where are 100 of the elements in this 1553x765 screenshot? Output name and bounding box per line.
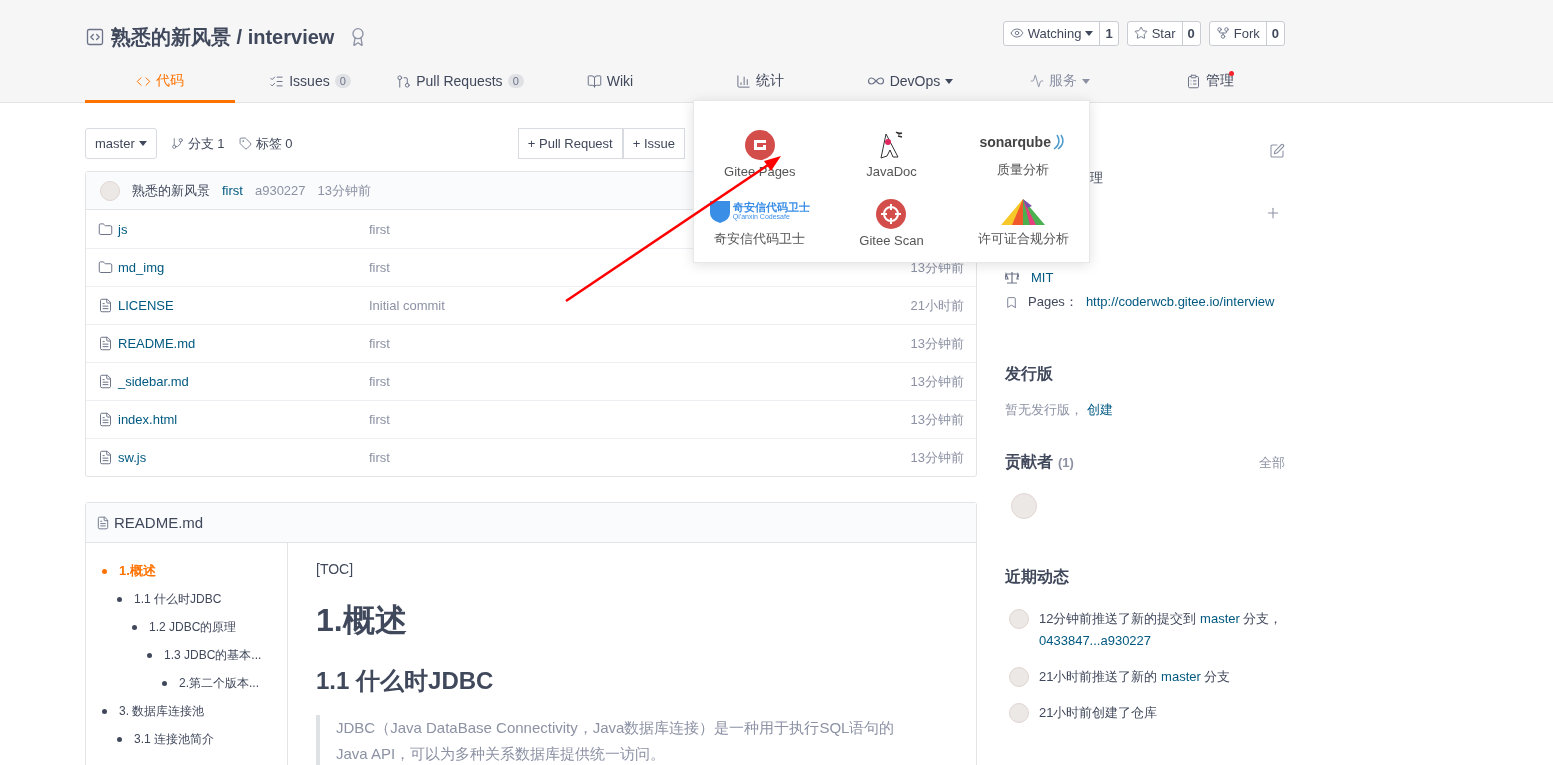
file-name[interactable]: md_img	[118, 260, 165, 275]
file-time: 13分钟前	[910, 334, 964, 353]
subheading: 1.1 什么时JDBC	[316, 666, 495, 696]
menu-item[interactable]: 许可证合规分析	[957, 178, 1089, 248]
nav-tab[interactable]: Pull Requests 0	[385, 62, 535, 103]
file-icon	[98, 298, 113, 313]
nav-tab[interactable]: 统计	[685, 62, 835, 103]
file-name[interactable]: _sidebar.md	[118, 374, 189, 389]
section-title: 发行版	[1005, 364, 1054, 384]
menu-item[interactable]: Gitee Scan	[825, 178, 958, 248]
commit-time: 13分钟前	[317, 181, 372, 200]
commit-message: first	[369, 450, 390, 465]
nav-tab[interactable]: DevOps	[835, 62, 985, 103]
pages-link[interactable]: http://coderwcb.gitee.io/interview	[1085, 294, 1275, 309]
menu-item[interactable]: JavaDoc	[825, 109, 958, 179]
commit-message: first	[369, 412, 390, 427]
pages-label: Pages：	[1028, 294, 1078, 309]
sonarqube-logo: sonarqube	[979, 126, 1067, 157]
commit-author: 熟悉的新风景	[132, 181, 210, 200]
activity-text: 21小时前创建了仓库	[1039, 704, 1158, 722]
avatar-icon	[1009, 667, 1029, 687]
toc-item[interactable]: 1.1 什么时JDBC	[117, 585, 287, 613]
star-button[interactable]: Star 0	[1126, 20, 1201, 46]
commit-hash: a930227	[254, 183, 306, 198]
file-time: 13分钟前	[910, 410, 964, 429]
commit-message: first	[369, 260, 390, 275]
mascot-icon	[878, 129, 905, 160]
avatar-icon	[100, 180, 120, 201]
activity-text: 21小时前推送了新的 master 分支	[1039, 668, 1231, 686]
file-time: 21小时前	[910, 296, 964, 315]
activity-text: 12分钟前推送了新的提交到 master 分支， 0433847...a930227	[1039, 610, 1284, 650]
toc-item[interactable]: 1.3 JDBC的基本...	[147, 641, 287, 669]
avatar-icon	[1009, 609, 1029, 629]
branch-icon	[170, 137, 184, 150]
section-title: 贡献者	[1005, 452, 1053, 473]
star-icon	[1133, 26, 1148, 40]
eye-icon	[1009, 26, 1024, 40]
clipboard-icon	[1186, 73, 1201, 89]
nav-tab[interactable]: Issues 0	[235, 62, 385, 103]
book-icon	[586, 73, 602, 89]
menu-item[interactable]: Gitee Pages	[694, 109, 826, 179]
file-time: 13分钟前	[910, 372, 964, 391]
file-name[interactable]: js	[118, 221, 128, 237]
pull-request-icon	[396, 73, 412, 89]
pulse-icon	[1030, 74, 1044, 88]
file-icon	[98, 336, 113, 351]
file-name[interactable]: LICENSE	[118, 298, 174, 313]
commit-message[interactable]: first	[222, 183, 243, 198]
file-icon	[98, 412, 113, 427]
repository-icon	[85, 27, 105, 47]
file-icon	[96, 515, 110, 530]
gitee-logo-icon	[744, 129, 775, 160]
commit-message: first	[369, 374, 390, 389]
activity-link[interactable]: master	[1161, 669, 1201, 684]
folder-icon	[98, 260, 113, 275]
file-time: 13分钟前	[910, 448, 964, 467]
toc-item[interactable]: 3.1 连接池简介	[117, 725, 287, 753]
repo-title: 熟悉的新风景 / interview	[111, 24, 335, 50]
commit-message: first	[369, 336, 390, 351]
caret-icon	[138, 141, 147, 146]
file-name[interactable]: index.html	[118, 412, 178, 427]
toolbar-button[interactable]: + Issue	[622, 128, 685, 159]
nav-tab[interactable]: Wiki	[535, 62, 685, 103]
file-icon	[98, 374, 113, 389]
license-link[interactable]: MIT	[1031, 270, 1054, 285]
plus-icon	[1265, 205, 1281, 221]
branch-select[interactable]: master	[85, 128, 157, 159]
branch-count[interactable]: 分支 1	[170, 134, 225, 153]
toc-marker: [TOC]	[316, 561, 355, 577]
target-icon	[876, 199, 907, 229]
create-link[interactable]: 创建	[1087, 401, 1113, 419]
prism-icon	[1000, 198, 1047, 226]
fork-icon	[1215, 26, 1230, 40]
commit-message: Initial commit	[369, 298, 445, 313]
toc-item[interactable]: 2.第二个版本...	[162, 669, 287, 697]
tag-count[interactable]: 标签 0	[238, 134, 293, 153]
nav-tab[interactable]: 管理	[1135, 62, 1285, 103]
fork-button[interactable]: Fork 0	[1208, 20, 1285, 46]
description-text: 理	[1090, 169, 1103, 187]
avatar-icon	[1009, 703, 1029, 723]
file-name[interactable]: README.md	[118, 336, 196, 351]
readme-title: README.md	[114, 514, 204, 531]
section-title: 近期动态	[1005, 567, 1070, 587]
file-icon	[98, 450, 113, 465]
watch-button[interactable]: Watching 1	[1002, 20, 1119, 46]
checklist-icon	[269, 73, 285, 89]
quote-paragraph: JDBC（Java DataBase Connectivity，Java数据库连接）是一种用于执行SQL语句的Java API，可以为多种关系数据库提供统一访问。	[316, 715, 916, 765]
activity-link[interactable]: 0433847...a930227	[1039, 633, 1152, 648]
toc-item[interactable]: 3. 数据库连接池	[102, 697, 287, 725]
empty-text: 暂无发行版，	[1005, 401, 1083, 419]
menu-item[interactable]: sonarqube 质量分析	[957, 109, 1089, 179]
toc-item[interactable]: 1.2 JDBC的原理	[132, 613, 287, 641]
folder-icon	[98, 221, 113, 237]
file-name[interactable]: sw.js	[118, 450, 147, 465]
avatar-icon	[1011, 493, 1037, 519]
contributor-count: (1)	[1058, 455, 1074, 470]
activity-link[interactable]: master	[1200, 611, 1240, 626]
toolbar-button[interactable]: + Pull Request	[517, 128, 623, 159]
heading: 1.概述	[316, 601, 408, 640]
bookmark-icon	[1005, 296, 1018, 310]
